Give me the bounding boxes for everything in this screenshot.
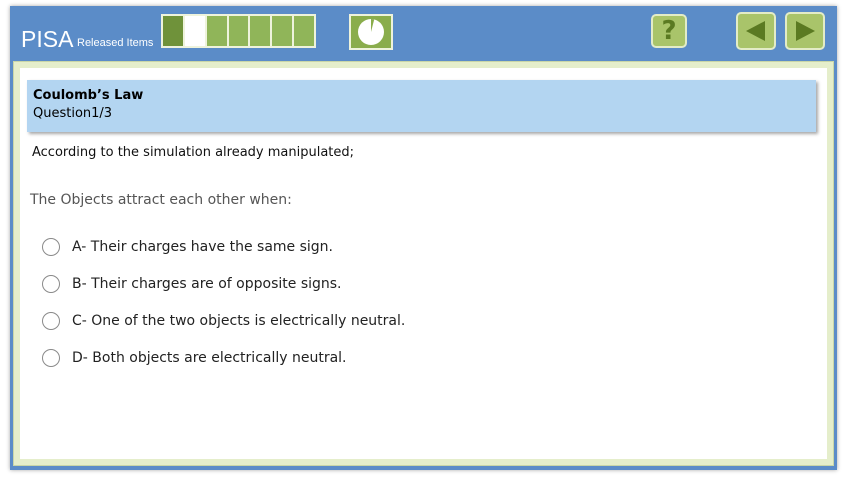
- triangle-right-icon: [796, 21, 815, 41]
- timer-widget: [349, 14, 393, 50]
- radio-button[interactable]: [42, 275, 60, 293]
- header-bar: PISA Released Items ?: [10, 6, 837, 58]
- progress-segment: [250, 16, 271, 46]
- question-prompt: The Objects attract each other when:: [30, 192, 292, 208]
- radio-button[interactable]: [42, 349, 60, 367]
- question-mark-icon: ?: [661, 16, 677, 46]
- radio-button[interactable]: [42, 312, 60, 330]
- answer-label: A- Their charges have the same sign.: [72, 239, 334, 255]
- answer-label: B- Their charges are of opposite signs.: [72, 276, 342, 292]
- content-border: Coulomb’s Law Question1/3 According to t…: [13, 61, 834, 466]
- clock-pie-icon: [358, 19, 384, 45]
- question-intro: According to the simulation already mani…: [32, 145, 355, 160]
- progress-bar: [161, 14, 316, 48]
- triangle-left-icon: [746, 21, 765, 41]
- answer-options: A- Their charges have the same sign. B- …: [42, 237, 405, 385]
- progress-segment: [163, 16, 183, 46]
- question-title: Coulomb’s Law: [33, 88, 144, 103]
- answer-option-b[interactable]: B- Their charges are of opposite signs.: [42, 274, 405, 311]
- progress-segment: [294, 16, 315, 46]
- question-header: Coulomb’s Law Question1/3: [27, 80, 816, 132]
- help-button[interactable]: ?: [651, 14, 687, 48]
- question-panel: Coulomb’s Law Question1/3 According to t…: [20, 68, 827, 459]
- progress-segment: [228, 16, 249, 46]
- app-frame: PISA Released Items ? Coulomb’s Law Ques…: [10, 6, 837, 470]
- answer-label: D- Both objects are electrically neutral…: [72, 350, 347, 366]
- progress-segment: [272, 16, 293, 46]
- next-button[interactable]: [785, 12, 825, 50]
- previous-button[interactable]: [736, 12, 776, 50]
- answer-option-a[interactable]: A- Their charges have the same sign.: [42, 237, 405, 274]
- radio-button[interactable]: [42, 238, 60, 256]
- progress-segment-current: [184, 16, 205, 46]
- progress-segment: [206, 16, 227, 46]
- answer-option-c[interactable]: C- One of the two objects is electricall…: [42, 311, 405, 348]
- question-number: Question1/3: [33, 106, 113, 121]
- pisa-logo: PISA: [21, 26, 74, 52]
- answer-label: C- One of the two objects is electricall…: [72, 313, 406, 329]
- logo-subtitle: Released Items: [77, 37, 154, 49]
- answer-option-d[interactable]: D- Both objects are electrically neutral…: [42, 348, 405, 385]
